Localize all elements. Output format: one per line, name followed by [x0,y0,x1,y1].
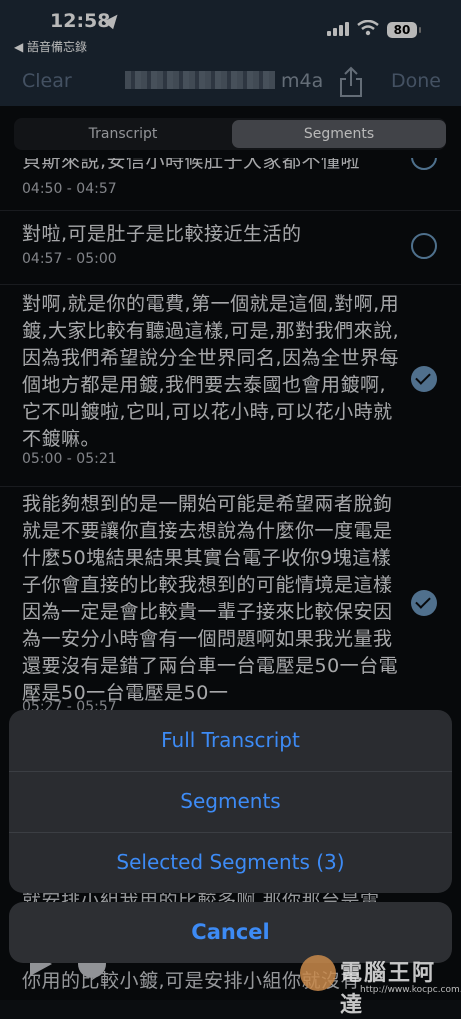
watermark-logo-icon [300,955,336,991]
watermark: 電腦王阿達 http://www.kocpc.com.tw [300,955,461,1018]
segments-option[interactable]: Segments [9,771,452,833]
selected-segments-option[interactable]: Selected Segments (3) [9,832,452,893]
watermark-url: http://www.kocpc.com.tw [360,985,461,995]
action-sheet: Full Transcript Segments Selected Segmen… [9,710,452,893]
full-transcript-option[interactable]: Full Transcript [9,710,452,772]
cancel-button[interactable]: Cancel [9,902,452,963]
